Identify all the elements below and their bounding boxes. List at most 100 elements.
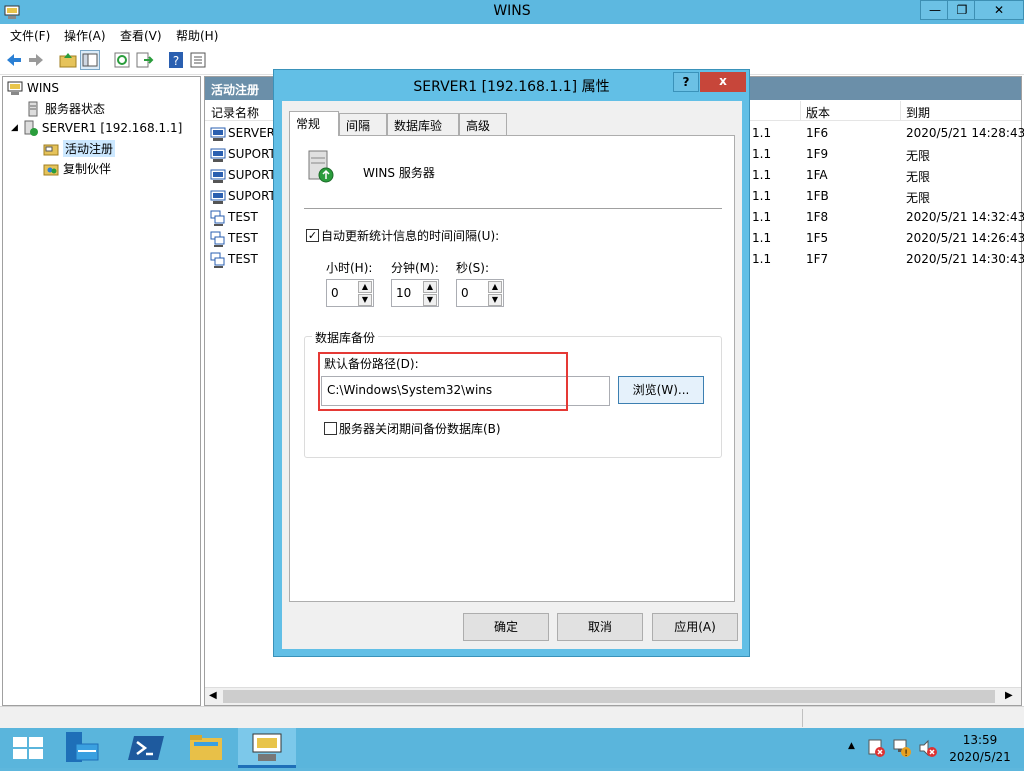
restore-button[interactable]: ❐ <box>947 0 977 20</box>
window-title: WINS <box>493 3 531 19</box>
menu-help[interactable]: 帮助(H) <box>176 27 218 44</box>
dialog-close-button[interactable]: x <box>700 72 746 92</box>
group-record-icon <box>210 252 226 271</box>
seconds-stepper[interactable]: 0 ▲ ▼ <box>456 279 504 307</box>
hours-value: 0 <box>331 286 339 300</box>
refresh-icon[interactable] <box>112 50 132 70</box>
record-expiry-cell: 2020/5/21 14:26:43 <box>906 231 1024 245</box>
menu-view[interactable]: 查看(V) <box>120 27 162 44</box>
menu-action[interactable]: 操作(A) <box>64 27 106 44</box>
taskbar: ▲ ! 13:59 2020/5/21 <box>0 728 1024 768</box>
show-hidden-icons-icon[interactable]: ▲ <box>848 741 855 751</box>
up-folder-icon[interactable] <box>58 50 78 70</box>
tab-interval[interactable]: 间隔 <box>339 113 387 135</box>
horizontal-scrollbar[interactable]: ◀ ▶ <box>205 687 1021 705</box>
powershell-icon <box>128 736 164 760</box>
tree-node-wins[interactable]: WINS <box>7 80 59 96</box>
seconds-up-icon[interactable]: ▲ <box>488 281 502 293</box>
tab-advanced[interactable]: 高级 <box>459 113 507 135</box>
wins-app-icon <box>252 733 282 761</box>
taskbar-powershell[interactable] <box>120 728 178 768</box>
tree-node-server-status[interactable]: 服务器状态 <box>25 100 105 117</box>
minutes-down-icon[interactable]: ▼ <box>423 294 437 306</box>
unique-record-icon <box>210 126 226 145</box>
title-bar[interactable]: WINS — ❐ ✕ <box>0 0 1024 24</box>
seconds-down-icon[interactable]: ▼ <box>488 294 502 306</box>
dialog-help-button[interactable]: ? <box>673 72 699 92</box>
volume-icon[interactable] <box>917 738 937 758</box>
taskbar-server-manager[interactable] <box>58 728 116 768</box>
record-name-cell: SUPORT <box>228 168 276 182</box>
record-address-cell: 1.1 <box>752 168 772 182</box>
unique-record-icon <box>210 147 226 166</box>
unique-record-icon <box>210 168 226 187</box>
menu-file[interactable]: 文件(F) <box>10 27 50 44</box>
status-bar <box>0 706 1024 728</box>
tree-node-replication-partners[interactable]: 复制伙伴 <box>43 160 111 177</box>
server-manager-icon <box>66 732 99 762</box>
server-ok-icon <box>24 120 38 136</box>
record-version-cell: 1F8 <box>806 210 829 224</box>
tab-general[interactable]: 常规 <box>289 111 339 136</box>
tree-label: 活动注册 <box>63 140 116 157</box>
forward-arrow-icon[interactable] <box>26 50 46 70</box>
record-version-cell: 1FA <box>806 168 828 182</box>
back-arrow-icon[interactable] <box>4 50 24 70</box>
show-hide-tree-icon[interactable] <box>80 50 100 70</box>
clock-date[interactable]: 2020/5/21 <box>946 750 1014 764</box>
taskbar-file-explorer[interactable] <box>177 728 235 768</box>
browse-button[interactable]: 浏览(W)... <box>618 376 704 404</box>
scroll-left-icon[interactable]: ◀ <box>209 690 217 701</box>
start-button[interactable] <box>0 728 58 768</box>
hours-down-icon[interactable]: ▼ <box>358 294 372 306</box>
unique-record-icon <box>210 189 226 208</box>
menu-bar: 文件(F) 操作(A) 查看(V) 帮助(H) <box>0 24 1024 45</box>
record-address-cell: 1.1 <box>752 126 772 140</box>
minutes-up-icon[interactable]: ▲ <box>423 281 437 293</box>
folder-icon <box>43 144 59 155</box>
properties-icon[interactable] <box>188 50 208 70</box>
hours-stepper[interactable]: 0 ▲ ▼ <box>326 279 374 307</box>
taskbar-wins[interactable] <box>238 728 296 768</box>
record-name-cell: SERVER <box>228 126 276 140</box>
dialog-body: 常规 间隔 数据库验证 高级 WINS 服务器 ✓ 自动更新统计信息的时间间隔(… <box>282 101 742 649</box>
record-version-cell: 1F9 <box>806 147 829 161</box>
network-icon[interactable]: ! <box>892 738 912 759</box>
tree-node-server1[interactable]: ◢ SERVER1 [192.168.1.1] <box>11 120 182 136</box>
console-tree: WINS 服务器状态 ◢ SERVER1 [192.168.1.1] 活动注册 … <box>2 76 201 706</box>
clock-time[interactable]: 13:59 <box>946 733 1014 747</box>
partners-folder-icon <box>43 164 59 175</box>
record-name-cell: TEST <box>228 210 258 224</box>
apply-button[interactable]: 应用(A) <box>652 613 738 641</box>
close-button[interactable]: ✕ <box>974 0 1024 20</box>
column-version[interactable]: 版本 <box>806 104 830 121</box>
column-divider[interactable] <box>900 101 901 121</box>
action-center-icon[interactable] <box>866 738 886 758</box>
wins-root-icon <box>7 81 23 95</box>
tree-label: 服务器状态 <box>45 102 106 116</box>
minutes-label: 分钟(M): <box>391 261 439 275</box>
ok-button[interactable]: 确定 <box>463 613 549 641</box>
scroll-right-icon[interactable]: ▶ <box>1005 690 1013 701</box>
server-icon <box>28 101 38 116</box>
tree-node-active-registrations[interactable]: 活动注册 <box>43 140 116 157</box>
auto-update-checkbox[interactable]: ✓ <box>306 229 319 242</box>
scroll-thumb[interactable] <box>223 690 995 703</box>
hours-up-icon[interactable]: ▲ <box>358 281 372 293</box>
collapse-arrow-icon[interactable]: ◢ <box>11 123 18 133</box>
column-record-name[interactable]: 记录名称 <box>211 104 259 121</box>
properties-dialog: SERVER1 [192.168.1.1] 属性 ? x 常规 间隔 数据库验证… <box>273 69 750 657</box>
auto-update-label: 自动更新统计信息的时间间隔(U): <box>321 229 500 243</box>
column-divider[interactable] <box>800 101 801 121</box>
column-expiry[interactable]: 到期 <box>906 104 930 121</box>
minutes-stepper[interactable]: 10 ▲ ▼ <box>391 279 439 307</box>
backup-on-shutdown-checkbox[interactable] <box>324 422 337 435</box>
export-icon[interactable] <box>134 50 154 70</box>
record-expiry-cell: 2020/5/21 14:30:43 <box>906 252 1024 266</box>
help-icon[interactable]: ? <box>166 50 186 70</box>
svg-text:?: ? <box>173 54 179 68</box>
minimize-button[interactable]: — <box>920 0 950 20</box>
status-divider <box>802 709 803 727</box>
cancel-button[interactable]: 取消 <box>557 613 643 641</box>
tab-db-verification[interactable]: 数据库验证 <box>387 113 459 150</box>
